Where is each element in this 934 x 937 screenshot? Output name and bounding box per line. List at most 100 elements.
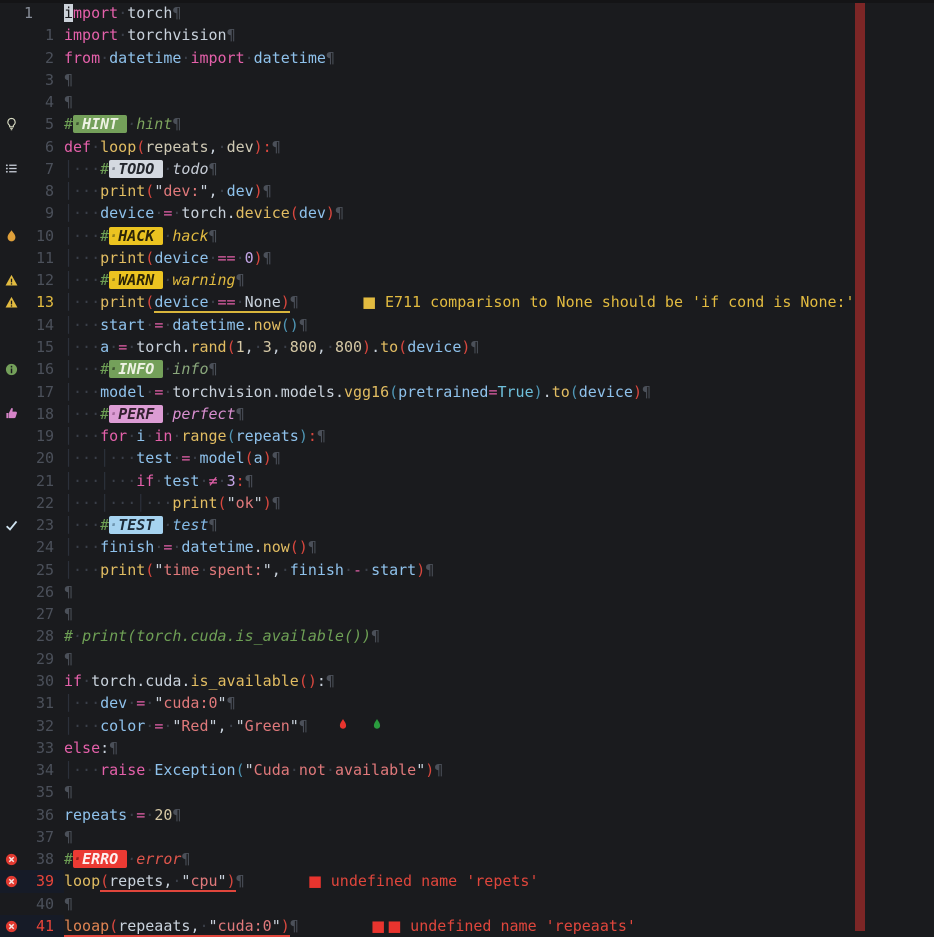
eol-mark: ¶	[227, 26, 236, 44]
line-number: 18	[22, 403, 54, 425]
eol-mark: ¶	[172, 4, 181, 22]
code-text: │···device·=·torch.device(dev)¶	[64, 202, 934, 224]
code-line[interactable]: 24│···finish·=·datetime.now()¶	[0, 536, 934, 558]
code-line[interactable]: 11│···print(device·==·0)¶	[0, 247, 934, 269]
gutter: 39	[0, 870, 64, 892]
code-text: import·torch¶	[64, 2, 934, 24]
gutter: 24	[0, 536, 64, 558]
code-line[interactable]: 7│···#·TODO ·todo¶	[0, 158, 934, 180]
code-line[interactable]: 15│···a·=·torch.rand(1,·3,·800,·800).to(…	[0, 336, 934, 358]
eol-mark: ¶	[299, 717, 308, 735]
code-line[interactable]: 22│···│···│···print("ok")¶	[0, 492, 934, 514]
indent-guide: │	[100, 494, 109, 512]
code-line[interactable]: 33else:¶	[0, 737, 934, 759]
code-line[interactable]: 10│···#·HACK ·hack¶	[0, 225, 934, 247]
code-line[interactable]: 1import·torch¶	[0, 2, 934, 24]
eol-mark: ¶	[290, 293, 299, 311]
code-line[interactable]: 28#·print(torch.cuda.is_available())¶	[0, 625, 934, 647]
gutter: 37	[0, 826, 64, 848]
gutter: 41	[0, 915, 64, 937]
indent-guide: │	[64, 249, 73, 267]
code-line[interactable]: 34│···raise·Exception("Cuda·not·availabl…	[0, 759, 934, 781]
code-line[interactable]: 21│···│···if·test·≠·3:¶	[0, 470, 934, 492]
gutter: 18	[0, 403, 64, 425]
code-text: │···raise·Exception("Cuda·not·available"…	[64, 759, 934, 781]
code-line[interactable]: 31│···dev·=·"cuda:0"¶	[0, 692, 934, 714]
code-line[interactable]: 4¶	[0, 91, 934, 113]
code-line[interactable]: 29¶	[0, 648, 934, 670]
code-line[interactable]: 41looap(repeaats,·"cuda:0")¶■■ undefined…	[0, 915, 934, 937]
code-line[interactable]: 20│···│···test·=·model(a)¶	[0, 447, 934, 469]
diagnostic-square-icon: ■	[362, 293, 385, 311]
code-line[interactable]: 37¶	[0, 826, 934, 848]
todo-tag-hack: ·HACK	[109, 227, 163, 245]
code-line[interactable]: 35¶	[0, 781, 934, 803]
indent-guide: │	[136, 494, 145, 512]
line-number: 5	[22, 113, 54, 135]
error-icon	[3, 870, 19, 892]
code-line[interactable]: 17│···model·=·torchvision.models.vgg16(p…	[0, 381, 934, 403]
line-number: 39	[22, 870, 54, 892]
code-line[interactable]: 8│···print("dev:",·dev)¶	[0, 180, 934, 202]
todo-tag-hint: ·HINT	[73, 115, 127, 133]
eol-mark: ¶	[209, 516, 218, 534]
code-text: def·loop(repeats,·dev):¶	[64, 136, 934, 158]
eol-mark: ¶	[236, 405, 245, 423]
error-icon	[3, 915, 19, 937]
code-line[interactable]: 18│···#·PERF ·perfect¶	[0, 403, 934, 425]
list-icon	[3, 158, 19, 180]
code-text: │···│···test·=·model(a)¶	[64, 447, 934, 469]
code-line[interactable]: 36repeats·=·20¶	[0, 804, 934, 826]
code-line[interactable]: 23│···#·TEST ·test¶	[0, 514, 934, 536]
diagnostic-message: undefined name 'repeaats'	[410, 917, 636, 935]
line-number: 19	[22, 425, 54, 447]
line-number: 4	[22, 91, 54, 113]
line-number: 29	[22, 648, 54, 670]
code-line[interactable]: 5 #·HINT ·hint¶	[0, 113, 934, 135]
check-icon	[3, 514, 19, 536]
code-line[interactable]: 3¶	[0, 69, 934, 91]
code-line[interactable]: 26¶	[0, 581, 934, 603]
code-text: ¶	[64, 603, 934, 625]
flame-icon	[3, 225, 19, 247]
line-number: 7	[22, 158, 54, 180]
gutter: 9	[0, 202, 64, 224]
code-line[interactable]: 19│···for·i·in·range(repeats):¶	[0, 425, 934, 447]
code-text: │···│···│···print("ok")¶	[64, 492, 934, 514]
eol-mark: ¶	[64, 71, 73, 89]
eol-mark: ¶	[425, 561, 434, 579]
code-text: #·HINT ·hint¶	[64, 113, 934, 135]
diagnostic-message: E711 comparison to None should be 'if co…	[385, 293, 855, 311]
code-line[interactable]: 25│···print("time·spent:",·finish·-·star…	[0, 559, 934, 581]
line-number: 21	[22, 470, 54, 492]
eol-mark: ¶	[470, 338, 479, 356]
code-line[interactable]: 13│···print(device·==·None)¶■ E711 compa…	[0, 291, 934, 313]
code-line[interactable]: 30if·torch.cuda.is_available():¶	[0, 670, 934, 692]
code-line[interactable]: 14│···start·=·datetime.now()¶	[0, 314, 934, 336]
code-line[interactable]: 27 ¶	[0, 603, 934, 625]
code-line[interactable]: 12│···#·WARN ·warning¶	[0, 269, 934, 291]
code-text: │···a·=·torch.rand(1,·3,·800,·800).to(de…	[64, 336, 934, 358]
eol-mark: ¶	[326, 49, 335, 67]
line-number: 24	[22, 536, 54, 558]
code-line[interactable]: 9│···device·=·torch.device(dev)¶	[0, 202, 934, 224]
indent-guide: │	[64, 717, 73, 735]
code-line[interactable]: 40¶	[0, 893, 934, 915]
line-number: 27	[22, 603, 54, 625]
eol-mark: ¶	[236, 271, 245, 289]
code-text: if·torch.cuda.is_available():¶	[64, 670, 934, 692]
gutter: 17	[0, 381, 64, 403]
code-line[interactable]: 6def·loop(repeats,·dev):¶	[0, 136, 934, 158]
code-line[interactable]: 1import·torchvision¶	[0, 24, 934, 46]
code-line[interactable]: 16│···#·INFO ·info¶	[0, 358, 934, 380]
code-line[interactable]: 39loop(repets,·"cpu")¶■ undefined name '…	[0, 870, 934, 892]
red-droplet-icon	[337, 715, 349, 737]
line-number: 31	[22, 692, 54, 714]
code-line[interactable]: 2from·datetime·import·datetime¶	[0, 47, 934, 69]
gutter: 30	[0, 670, 64, 692]
eol-mark: ¶	[64, 93, 73, 111]
code-line[interactable]: 38#·ERRO ·error¶	[0, 848, 934, 870]
code-text: ¶	[64, 826, 934, 848]
code-line[interactable]: 32│···color·=·"Red",·"Green"¶	[0, 715, 934, 737]
gutter: 28	[0, 625, 64, 647]
